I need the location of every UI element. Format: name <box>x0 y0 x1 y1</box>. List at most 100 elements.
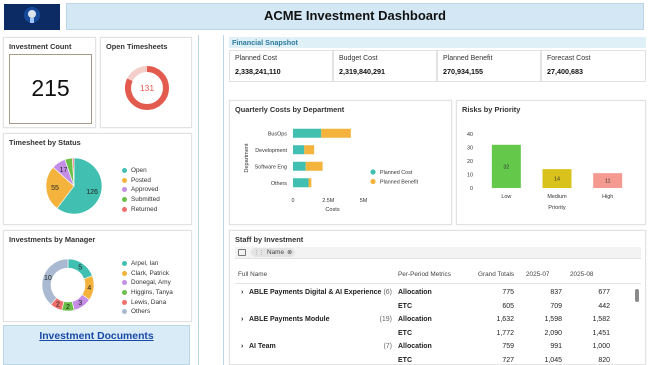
legend-item-approved[interactable]: Approved <box>122 185 160 195</box>
legend-item-open[interactable]: Open <box>122 166 160 176</box>
bar-planned-benefit-development[interactable] <box>304 145 315 155</box>
cell-period-1: 1,598 <box>544 316 562 323</box>
data-label: 14 <box>554 177 560 183</box>
title-bar: ACME Investment Dashboard <box>66 3 644 30</box>
open-timesheets-value: 131 <box>140 83 154 93</box>
quarterly-costs-card[interactable]: Quarterly Costs by Department BusOps Deve… <box>229 100 452 225</box>
bar-planned-cost-software-eng[interactable] <box>293 161 306 171</box>
lightbulb-icon <box>4 4 60 30</box>
legend-swatch <box>370 178 376 185</box>
slice-label: 2 <box>66 304 70 311</box>
y-tick-label: Development <box>255 148 287 154</box>
y-tick-label: BusOps <box>268 131 287 137</box>
slice-label: 3 <box>78 300 82 307</box>
legend-label: Donegal, Amy <box>131 279 171 287</box>
slice-label: 2 <box>56 301 60 308</box>
remove-group-icon[interactable]: ⊗ <box>287 249 292 256</box>
metric-name: ETC <box>398 357 412 364</box>
bar-planned-cost-others[interactable] <box>293 178 309 188</box>
investment-count-value: 215 <box>31 75 70 101</box>
legend-item-donegal-amy[interactable]: Donegal, Amy <box>122 278 173 288</box>
investments-by-manager-card[interactable]: Investments by Manager 5 4 3 2 2 10 Arpel, Ia… <box>3 230 192 322</box>
bar-planned-cost-busops[interactable] <box>293 128 322 138</box>
x-axis-title: Priority <box>548 205 566 211</box>
y-tick-label: 40 <box>467 132 473 138</box>
cell-period-2: 820 <box>598 357 610 364</box>
cell-grand-total: 1,772 <box>496 330 514 337</box>
group-name: ABLE Payments Module <box>249 316 330 323</box>
metric-forecast-cost[interactable]: Forecast Cost 27,400,683 <box>541 50 646 82</box>
drag-handle-icon: ⋮⋮ <box>254 249 264 256</box>
quarterly-costs-chart: BusOps Development Software Eng Others 0 2.5M… <box>244 128 419 213</box>
financial-snapshot-header: Financial Snapshot <box>229 37 646 48</box>
y-axis-title: Department <box>244 143 250 173</box>
group-count: (19) <box>379 316 392 323</box>
legend-item-posted[interactable]: Posted <box>122 176 160 186</box>
slice-label: 10 <box>44 275 52 282</box>
y-tick-label: 30 <box>467 146 473 152</box>
chevron-right-icon[interactable]: › <box>241 343 243 350</box>
legend-swatch <box>122 270 127 276</box>
legend-item-clark-patrick[interactable]: Clark, Patrick <box>122 269 173 279</box>
metric-planned-benefit[interactable]: Planned Benefit 270,934,155 <box>437 50 541 82</box>
group-chip[interactable]: ⋮⋮ Name ⊗ <box>251 248 296 257</box>
bar-planned-cost-development[interactable] <box>293 145 305 155</box>
data-label: 11 <box>605 179 611 185</box>
legend-item-others[interactable]: Others <box>122 307 173 317</box>
metric-value: 270,934,155 <box>443 67 483 76</box>
legend-swatch <box>122 290 127 296</box>
bar-planned-benefit-software-eng[interactable] <box>305 161 323 171</box>
investment-count-card[interactable]: Investment Count 215 <box>3 37 96 128</box>
grid-menu-icon[interactable] <box>238 249 246 256</box>
open-timesheets-card[interactable]: Open Timesheets 131 <box>100 37 192 128</box>
bar-planned-benefit-others[interactable] <box>308 178 312 188</box>
x-tick-label: Medium <box>547 194 567 200</box>
metric-name: Allocation <box>398 289 432 296</box>
column-header-full-name[interactable]: Full Name <box>238 271 267 278</box>
legend-label: Higgins, Tanya <box>131 289 173 297</box>
chevron-right-icon[interactable]: › <box>241 289 243 296</box>
investment-documents-link[interactable]: Investment Documents <box>4 331 189 342</box>
cell-period-1: 2,090 <box>544 330 562 337</box>
legend-item-returned[interactable]: Returned <box>122 204 160 214</box>
legend-item-higgins-tanya[interactable]: Higgins, Tanya <box>122 288 173 298</box>
column-header-grand-totals[interactable]: Grand Totals <box>478 271 514 278</box>
x-tick-label: 2.5M <box>322 198 334 204</box>
timesheet-status-pie: 126 55 17 <box>45 157 103 215</box>
data-label: 32 <box>503 164 509 170</box>
legend-swatch <box>122 261 127 267</box>
timesheet-status-card[interactable]: Timesheet by Status 126 55 17 Open Posted Ap… <box>3 133 192 225</box>
column-header-period-2[interactable]: 2025-08 <box>570 271 593 278</box>
x-tick-label: 0 <box>292 198 295 204</box>
legend-swatch <box>122 206 127 212</box>
legend-swatch <box>122 299 127 305</box>
metric-name: Allocation <box>398 316 432 323</box>
staff-by-investment-card[interactable]: Staff by Investment ⋮⋮ Name ⊗ Full Name … <box>229 230 646 365</box>
legend-label: Others <box>131 308 151 316</box>
legend-label: Returned <box>131 205 158 213</box>
metric-name: Allocation <box>398 343 432 350</box>
legend-item-submitted[interactable]: Submitted <box>122 195 160 205</box>
y-tick-label: Software Eng <box>255 164 287 170</box>
cell-grand-total: 1,632 <box>496 316 514 323</box>
legend-swatch <box>122 177 127 183</box>
cell-grand-total: 759 <box>502 343 514 350</box>
metric-label: Budget Cost <box>339 55 378 62</box>
cell-grand-total: 605 <box>502 303 514 310</box>
metric-label: Forecast Cost <box>547 55 591 62</box>
legend-item-lewis-dana[interactable]: Lewis, Dana <box>122 297 173 307</box>
grid-scrollbar[interactable] <box>635 289 639 302</box>
timesheet-status-legend: Open Posted Approved Submitted Returned <box>122 166 160 214</box>
slice-label: 55 <box>51 185 59 192</box>
metric-name: ETC <box>398 330 412 337</box>
risks-by-priority-card[interactable]: Risks by Priority 0 10 20 30 40 32 Low 14 Medium… <box>456 100 646 225</box>
bar-planned-benefit-busops[interactable] <box>321 128 351 138</box>
legend-swatch <box>122 197 127 203</box>
metric-budget-cost[interactable]: Budget Cost 2,319,840,291 <box>333 50 437 82</box>
column-header-metrics[interactable]: Per-Period Metrics <box>398 271 451 278</box>
column-header-period-1[interactable]: 2025-07 <box>526 271 549 278</box>
legend-item-arpel-ian[interactable]: Arpel, Ian <box>122 259 173 269</box>
group-name: ABLE Payments Digital & AI Experience <box>249 289 382 296</box>
chevron-right-icon[interactable]: › <box>241 316 243 323</box>
metric-planned-cost[interactable]: Planned Cost 2,338,241,110 <box>229 50 333 82</box>
